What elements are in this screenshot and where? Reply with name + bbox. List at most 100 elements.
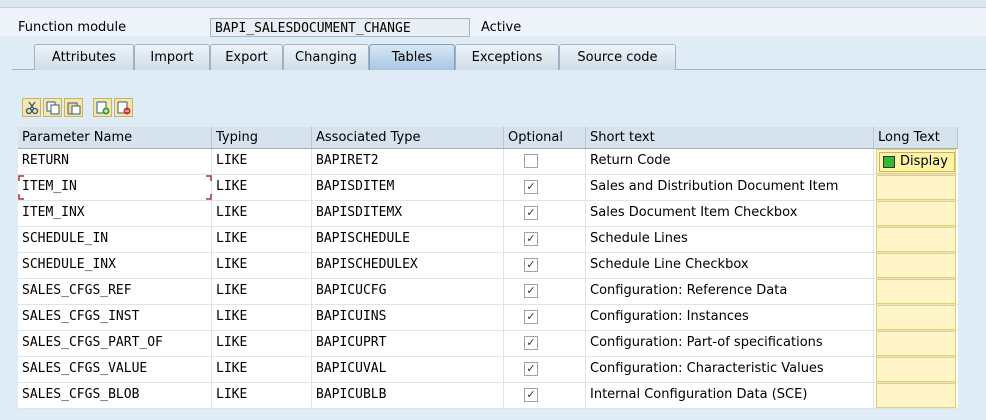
long-text-cell[interactable]: [876, 201, 956, 226]
long-text-cell[interactable]: Display: [876, 149, 956, 174]
short-text-cell[interactable]: Configuration: Reference Data: [586, 279, 874, 304]
short-text-cell[interactable]: Schedule Lines: [586, 227, 874, 252]
associated-type-cell[interactable]: BAPISDITEMX: [312, 201, 504, 226]
short-text-cell[interactable]: Internal Configuration Data (SCE): [586, 383, 874, 408]
associated-type-cell[interactable]: BAPICUVAL: [312, 357, 504, 382]
associated-type-cell[interactable]: BAPISDITEM: [312, 175, 504, 200]
optional-cell: ✓: [504, 227, 586, 252]
tab-import[interactable]: Import: [134, 44, 210, 70]
top-strip: [0, 0, 986, 8]
table-row[interactable]: SCHEDULE_IN LIKE BAPISCHEDULE ✓ Schedule Lin…: [18, 227, 958, 253]
optional-checkbox[interactable]: ✓: [524, 206, 538, 220]
status-text: Active: [481, 20, 522, 35]
table-row[interactable]: SALES_CFGS_INST LIKE BAPICUINS ✓ Configurati…: [18, 305, 958, 331]
table-row[interactable]: RETURN LIKE BAPIRET2 Return Code Display: [18, 149, 958, 175]
col-short-text[interactable]: Short text: [586, 127, 874, 148]
col-optional[interactable]: Optional: [504, 127, 586, 148]
typing-cell[interactable]: LIKE: [212, 227, 312, 252]
tab-attributes[interactable]: Attributes: [34, 44, 134, 70]
short-text-cell[interactable]: Sales Document Item Checkbox: [586, 201, 874, 226]
col-associated-type[interactable]: Associated Type: [312, 127, 504, 148]
tab-changing[interactable]: Changing: [283, 44, 369, 70]
typing-cell[interactable]: LIKE: [212, 383, 312, 408]
short-text-cell[interactable]: Configuration: Part-of specifications: [586, 331, 874, 356]
associated-type-cell[interactable]: BAPISCHEDULEX: [312, 253, 504, 278]
parameter-name-cell[interactable]: SCHEDULE_INX: [18, 253, 212, 278]
col-long-text[interactable]: Long Text: [874, 127, 958, 148]
associated-type-cell[interactable]: BAPICUINS: [312, 305, 504, 330]
optional-checkbox[interactable]: [524, 154, 538, 168]
optional-checkbox[interactable]: ✓: [524, 284, 538, 298]
paste-button[interactable]: [64, 98, 83, 117]
optional-checkbox[interactable]: ✓: [524, 336, 538, 350]
associated-type-cell[interactable]: BAPISCHEDULE: [312, 227, 504, 252]
short-text-cell[interactable]: Configuration: Characteristic Values: [586, 357, 874, 382]
tab-tables[interactable]: Tables: [369, 44, 455, 70]
short-text-cell[interactable]: Schedule Line Checkbox: [586, 253, 874, 278]
optional-checkbox[interactable]: ✓: [524, 180, 538, 194]
col-parameter-name[interactable]: Parameter Name: [18, 127, 212, 148]
typing-cell[interactable]: LIKE: [212, 357, 312, 382]
long-text-cell[interactable]: [876, 227, 956, 252]
typing-cell[interactable]: LIKE: [212, 149, 312, 174]
long-text-cell[interactable]: [876, 383, 956, 408]
short-text-cell[interactable]: Configuration: Instances: [586, 305, 874, 330]
col-typing[interactable]: Typing: [212, 127, 312, 148]
optional-cell: [504, 149, 586, 174]
function-module-name-field[interactable]: BAPI_SALESDOCUMENT_CHANGE: [210, 18, 470, 37]
delete-row-button[interactable]: [114, 98, 133, 117]
parameter-name-cell[interactable]: RETURN: [18, 149, 212, 174]
optional-cell: ✓: [504, 279, 586, 304]
table-row[interactable]: SCHEDULE_INX LIKE BAPISCHEDULEX ✓ Schedule L…: [18, 253, 958, 279]
tab-exceptions[interactable]: Exceptions: [455, 44, 559, 70]
associated-type-cell[interactable]: BAPIRET2: [312, 149, 504, 174]
long-text-cell[interactable]: [876, 175, 956, 200]
long-text-cell[interactable]: [876, 279, 956, 304]
tab-export[interactable]: Export: [210, 44, 283, 70]
optional-checkbox[interactable]: ✓: [524, 258, 538, 272]
typing-cell[interactable]: LIKE: [212, 201, 312, 226]
long-text-cell[interactable]: [876, 305, 956, 330]
tab-strip: Attributes Import Export Changing Tables…: [20, 44, 986, 70]
paste-icon: [67, 102, 81, 115]
optional-cell: ✓: [504, 175, 586, 200]
typing-cell[interactable]: LIKE: [212, 175, 312, 200]
optional-checkbox[interactable]: ✓: [524, 232, 538, 246]
optional-checkbox[interactable]: ✓: [524, 388, 538, 402]
parameter-name-cell[interactable]: SALES_CFGS_PART_OF: [18, 331, 212, 356]
short-text-cell[interactable]: Return Code: [586, 149, 874, 174]
typing-cell[interactable]: LIKE: [212, 279, 312, 304]
cut-icon: [25, 101, 39, 115]
parameter-name-cell[interactable]: ITEM_INX: [18, 201, 212, 226]
table-header: Parameter Name Typing Associated Type Op…: [18, 127, 958, 149]
parameter-name-cell[interactable]: SALES_CFGS_INST: [18, 305, 212, 330]
parameter-name-cell[interactable]: SALES_CFGS_REF: [18, 279, 212, 304]
typing-cell[interactable]: LIKE: [212, 305, 312, 330]
parameter-name-cell[interactable]: SALES_CFGS_VALUE: [18, 357, 212, 382]
cut-button[interactable]: [22, 98, 41, 117]
typing-cell[interactable]: LIKE: [212, 253, 312, 278]
associated-type-cell[interactable]: BAPICUPRT: [312, 331, 504, 356]
insert-row-button[interactable]: [93, 98, 112, 117]
associated-type-cell[interactable]: BAPICUCFG: [312, 279, 504, 304]
long-text-cell[interactable]: [876, 331, 956, 356]
table-row[interactable]: SALES_CFGS_BLOB LIKE BAPICUBLB ✓ Internal Co…: [18, 383, 958, 409]
table-row[interactable]: ITEM_INX LIKE BAPISDITEMX ✓ Sales Document I…: [18, 201, 958, 227]
table-row[interactable]: SALES_CFGS_REF LIKE BAPICUCFG ✓ Configuratio…: [18, 279, 958, 305]
short-text-cell[interactable]: Sales and Distribution Document Item: [586, 175, 874, 200]
parameter-name-cell[interactable]: SCHEDULE_IN: [18, 227, 212, 252]
long-text-cell[interactable]: [876, 357, 956, 382]
associated-type-cell[interactable]: BAPICUBLB: [312, 383, 504, 408]
copy-icon: [46, 101, 60, 115]
copy-button[interactable]: [43, 98, 62, 117]
table-row[interactable]: SALES_CFGS_PART_OF LIKE BAPICUPRT ✓ Configur…: [18, 331, 958, 357]
table-row[interactable]: ITEM_IN LIKE BAPISDITEM ✓ Sales and Distribu…: [18, 175, 958, 201]
optional-checkbox[interactable]: ✓: [524, 310, 538, 324]
tab-source-code[interactable]: Source code: [559, 44, 676, 70]
optional-checkbox[interactable]: ✓: [524, 362, 538, 376]
long-text-cell[interactable]: [876, 253, 956, 278]
display-long-text-button[interactable]: Display: [879, 152, 955, 172]
parameter-name-cell[interactable]: SALES_CFGS_BLOB: [18, 383, 212, 408]
typing-cell[interactable]: LIKE: [212, 331, 312, 356]
table-row[interactable]: SALES_CFGS_VALUE LIKE BAPICUVAL ✓ Configurat…: [18, 357, 958, 383]
